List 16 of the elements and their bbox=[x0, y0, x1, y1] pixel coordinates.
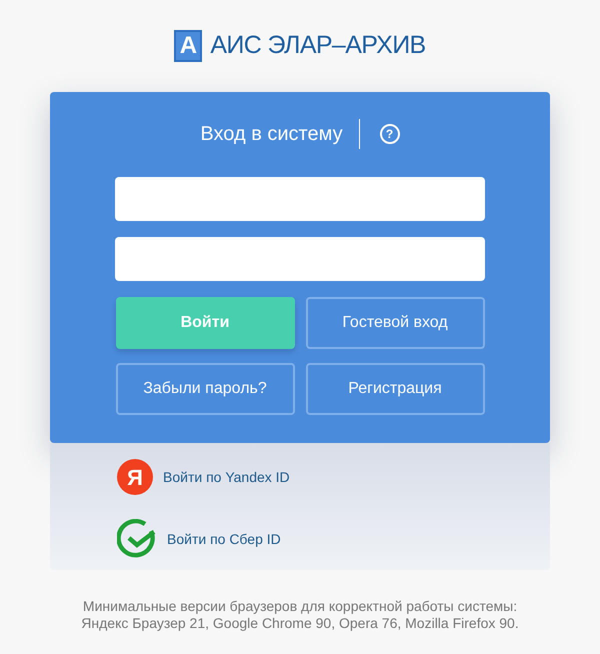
login-button[interactable]: Войти bbox=[116, 297, 294, 349]
browser-note: Минимальные версии браузеров для корректной работы системы: bbox=[82, 598, 518, 615]
input-field[interactable] bbox=[115, 177, 485, 221]
social-login-link[interactable]: Я Войти по Yandex ID bbox=[117, 459, 550, 495]
secondary-button[interactable]: Забыли пароль? bbox=[116, 363, 294, 415]
logo-icon: А bbox=[174, 30, 202, 62]
input-field[interactable] bbox=[115, 237, 485, 281]
check-circle-icon bbox=[117, 519, 157, 559]
secondary-button[interactable]: Гостевой вход bbox=[306, 297, 484, 349]
help-button[interactable]: ? bbox=[380, 124, 400, 144]
browser-note: Яндекс Браузер 21, Google Chrome 90, Opera 76, Mozilla Firefox 90. bbox=[81, 615, 519, 632]
app-title: АИС ЭЛАР–АРХИВ bbox=[210, 30, 426, 62]
login-title: Вход в систему bbox=[200, 122, 344, 147]
secondary-button[interactable]: Регистрация bbox=[306, 363, 484, 415]
social-login-link[interactable]: Войти по Сбер ID bbox=[117, 521, 550, 557]
yandex-icon: Я bbox=[117, 459, 153, 495]
